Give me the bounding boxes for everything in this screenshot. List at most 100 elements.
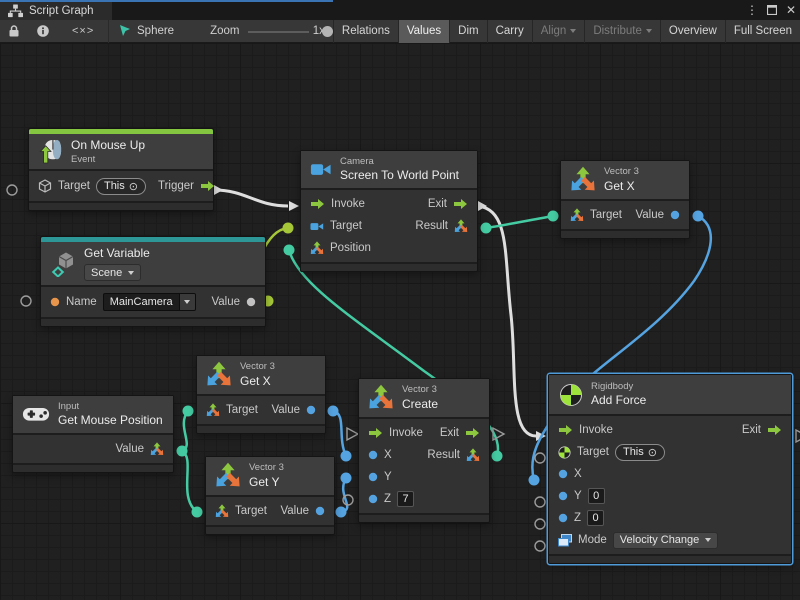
- zoom-label: Zoom: [184, 25, 247, 37]
- vector3-port-icon[interactable]: [466, 448, 480, 463]
- node-footer: [301, 262, 477, 271]
- exec-arrow-icon[interactable]: [558, 424, 573, 436]
- object-port-icon[interactable]: [246, 297, 256, 307]
- target-self-button[interactable]: This ⊙: [96, 178, 146, 195]
- node-title: Get Y: [249, 475, 284, 490]
- node-title: Get X: [604, 179, 639, 194]
- toolbar-button-distribute[interactable]: Distribute: [584, 20, 660, 43]
- maximize-icon[interactable]: [767, 5, 777, 15]
- graph-breadcrumb[interactable]: Sphere: [109, 25, 184, 37]
- string-port-icon[interactable]: [50, 297, 60, 307]
- port-label-exit: Exit: [440, 427, 459, 439]
- gameobject-icon: [38, 179, 52, 193]
- tab-title: Script Graph: [29, 5, 94, 17]
- node-subtitle: Event: [71, 154, 145, 165]
- port-label-target: Target: [590, 209, 622, 221]
- toolbar-button-align[interactable]: Align: [532, 20, 585, 43]
- port-label-value: Value: [635, 209, 664, 221]
- graph-icon: [8, 4, 23, 18]
- chevron-down-icon: [184, 300, 190, 304]
- node-title: On Mouse Up: [71, 138, 145, 153]
- toolbar-button-dim[interactable]: Dim: [449, 20, 486, 43]
- port-label-value: Value: [280, 505, 309, 517]
- node-get-mouse-position[interactable]: Input Get Mouse Position Value: [12, 395, 174, 473]
- close-icon[interactable]: ✕: [786, 4, 796, 16]
- window-controls: ⋮ ✕: [746, 1, 796, 19]
- vector3-port-icon[interactable]: [570, 208, 584, 223]
- node-vector3-create[interactable]: Vector 3 Create Invoke Exit X Result Y Z…: [358, 378, 490, 523]
- float-port-icon[interactable]: [558, 513, 568, 523]
- node-title: Get Mouse Position: [58, 413, 163, 428]
- enum-port-icon[interactable]: [558, 534, 572, 547]
- vector3-port-icon[interactable]: [454, 219, 468, 234]
- kebab-menu-icon[interactable]: ⋮: [746, 4, 758, 16]
- lock-button[interactable]: [0, 20, 28, 43]
- node-footer: [549, 554, 791, 563]
- float-port-icon[interactable]: [558, 469, 568, 479]
- rigidbody-port-icon[interactable]: [558, 446, 571, 459]
- node-vector3-get-x-mid[interactable]: Vector 3 Get X Target Value: [196, 355, 326, 434]
- node-vector3-get-x-top[interactable]: Vector 3 Get X Target Value: [560, 160, 690, 239]
- vector3-port-icon[interactable]: [310, 241, 324, 256]
- toolbar-button-overview[interactable]: Overview: [660, 20, 725, 43]
- float-port-icon[interactable]: [368, 472, 378, 482]
- z-value-field[interactable]: 0: [587, 510, 604, 526]
- vector3-port-icon[interactable]: [215, 504, 229, 519]
- vector3-icon: [570, 166, 596, 194]
- float-port-icon[interactable]: [558, 491, 568, 501]
- toolbar-button-carry[interactable]: Carry: [487, 20, 532, 43]
- target-self-button[interactable]: This ⊙: [615, 444, 665, 461]
- float-port-icon[interactable]: [368, 450, 378, 460]
- node-category: Vector 3: [604, 166, 639, 177]
- tab-script-graph[interactable]: Script Graph: [0, 2, 112, 20]
- node-get-variable[interactable]: Get Variable Scene Name MainCamera Value: [40, 236, 266, 327]
- toolbar-button-values[interactable]: Values: [398, 20, 449, 43]
- inspect-code-button[interactable]: <×>: [58, 25, 108, 37]
- variable-scope-dropdown[interactable]: Scene: [84, 264, 141, 281]
- node-on-mouse-up[interactable]: On Mouse Up Event Target This ⊙ Trigger: [28, 128, 214, 211]
- node-footer: [41, 317, 265, 326]
- graph-pointer-icon: [119, 25, 131, 37]
- port-label-y: Y: [384, 471, 392, 483]
- variable-name-dropdown[interactable]: MainCamera: [103, 293, 196, 311]
- exec-arrow-icon[interactable]: [465, 427, 480, 439]
- vector3-port-icon[interactable]: [150, 442, 164, 457]
- float-port-icon[interactable]: [368, 494, 378, 504]
- info-button[interactable]: [28, 20, 58, 43]
- rigidbody-icon: [559, 383, 583, 407]
- node-category: Input: [58, 401, 163, 412]
- node-rigidbody-add-force[interactable]: Rigidbody Add Force Invoke Exit Target T…: [548, 374, 792, 564]
- port-label-target: Target: [226, 404, 258, 416]
- float-port-icon[interactable]: [670, 210, 680, 220]
- exec-arrow-icon[interactable]: [368, 427, 383, 439]
- port-label-z: Z: [574, 512, 581, 524]
- zoom-slider[interactable]: [248, 20, 309, 43]
- exec-arrow-icon[interactable]: [200, 180, 215, 192]
- toolbar-button-fullscreen[interactable]: Full Screen: [725, 20, 800, 43]
- port-label-target: Target: [58, 180, 90, 192]
- node-footer: [561, 229, 689, 238]
- exec-arrow-icon[interactable]: [310, 198, 325, 210]
- vector3-port-icon[interactable]: [206, 403, 220, 418]
- port-label-result: Result: [415, 220, 448, 232]
- exec-arrow-icon[interactable]: [767, 424, 782, 436]
- node-vector3-get-y[interactable]: Vector 3 Get Y Target Value: [205, 456, 335, 535]
- node-footer: [197, 424, 325, 433]
- z-value-field[interactable]: 7: [397, 491, 414, 507]
- port-label-target: Target: [235, 505, 267, 517]
- zoom-slider-handle[interactable]: [322, 26, 333, 37]
- camera-port-icon[interactable]: [310, 221, 324, 232]
- float-port-icon[interactable]: [315, 506, 325, 516]
- node-screen-to-world-point[interactable]: Camera Screen To World Point Invoke Exit…: [300, 150, 478, 272]
- graph-name: Sphere: [137, 25, 174, 37]
- mode-dropdown[interactable]: Velocity Change: [613, 532, 719, 549]
- toolbar-button-relations[interactable]: Relations: [333, 20, 398, 43]
- port-label-exit: Exit: [428, 198, 447, 210]
- node-title: Add Force: [591, 393, 646, 408]
- y-value-field[interactable]: 0: [588, 488, 605, 504]
- float-port-icon[interactable]: [306, 405, 316, 415]
- vector3-icon: [215, 462, 241, 490]
- node-category: Rigidbody: [591, 381, 646, 392]
- exec-arrow-icon[interactable]: [453, 198, 468, 210]
- chevron-down-icon: [570, 29, 576, 33]
